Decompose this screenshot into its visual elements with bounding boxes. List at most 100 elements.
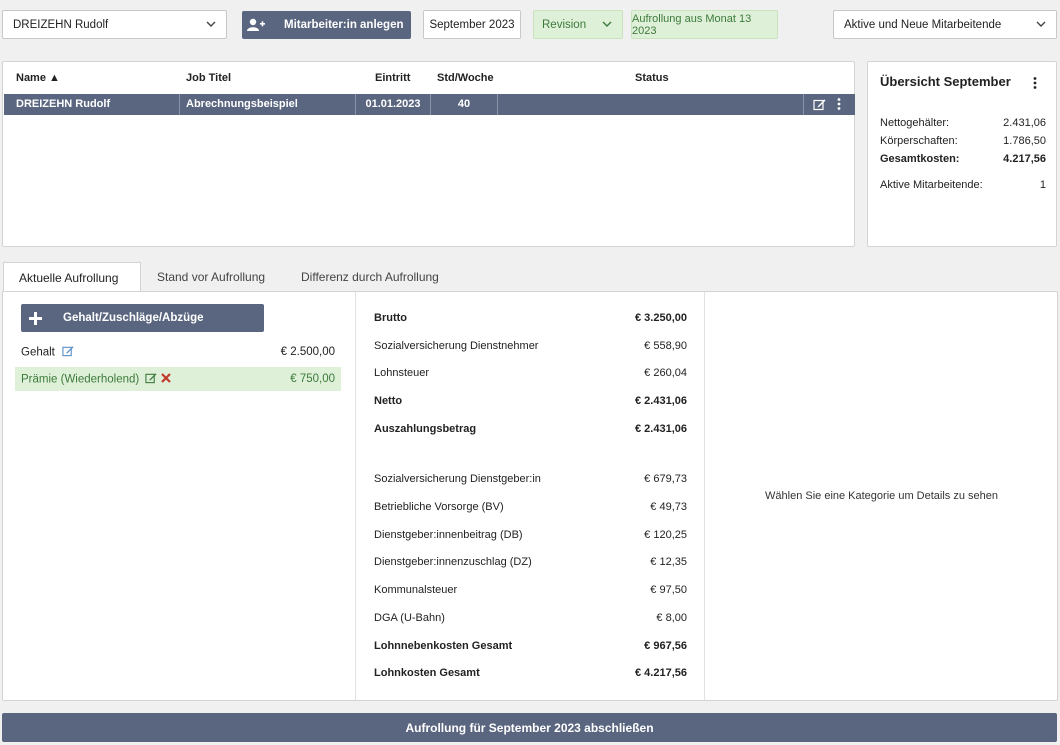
edit-icon[interactable]: [62, 345, 74, 360]
overview-label: Körperschaften:: [880, 135, 958, 147]
add-employee-button[interactable]: Mitarbeiter:in anlegen: [242, 11, 411, 39]
calculation-column: Brutto € 3.250,00 Sozialversicherung Die…: [355, 292, 705, 700]
tab-label: Aktuelle Aufrollung: [19, 270, 119, 285]
calc-value: € 260,04: [644, 367, 687, 379]
salary-item-label: Gehalt: [21, 346, 55, 359]
calc-label: Brutto: [374, 312, 407, 324]
cell-job: Abrechnungsbeispiel: [180, 94, 356, 115]
calc-label: Lohnnebenkosten Gesamt: [374, 640, 513, 652]
salary-item-praemie[interactable]: Prämie (Wiederholend) € 750,00: [15, 367, 341, 391]
calc-row-sv-employer[interactable]: Sozialversicherung Dienstgeber:in € 679,…: [374, 473, 687, 485]
calc-row-netto[interactable]: Netto € 2.431,06: [374, 395, 687, 407]
calc-value: € 12,35: [650, 556, 687, 568]
finish-rollup-button[interactable]: Aufrollung für September 2023 abschließe…: [2, 713, 1057, 742]
edit-icon[interactable]: [145, 372, 157, 387]
chevron-down-icon: [602, 21, 612, 27]
employee-filter-select[interactable]: Aktive und Neue Mitarbeitende: [833, 10, 1057, 39]
add-salary-item-button[interactable]: Gehalt/Zuschläge/Abzüge hinzufügen: [21, 304, 264, 352]
rollup-info-badge: Aufrollung aus Monat 13 2023: [631, 10, 778, 39]
calc-row-dga[interactable]: DGA (U-Bahn) € 8,00: [374, 612, 687, 624]
month-display[interactable]: September 2023: [423, 10, 521, 39]
calc-value: € 120,25: [644, 529, 687, 541]
calc-value: € 558,90: [644, 340, 687, 352]
calc-row-bv[interactable]: Betriebliche Vorsorge (BV) € 49,73: [374, 501, 687, 513]
overview-label: Nettogehälter:: [880, 117, 950, 129]
calc-value: € 3.250,00: [635, 312, 687, 324]
mode-select[interactable]: Revision: [533, 10, 623, 39]
calc-row-payout[interactable]: Auszahlungsbetrag € 2.431,06: [374, 423, 687, 435]
calc-label: Lohnsteuer: [374, 367, 430, 379]
overview-net-salaries: Nettogehälter: 2.431,06: [880, 117, 1046, 129]
calc-label: Sozialversicherung Dienstnehmer: [374, 340, 539, 352]
calc-label: Lohnkosten Gesamt: [374, 667, 480, 679]
finish-rollup-label: Aufrollung für September 2023 abschließe…: [405, 720, 654, 735]
calc-row-lohnkosten[interactable]: Lohnkosten Gesamt € 4.217,56: [374, 667, 687, 679]
chevron-down-icon: [1036, 21, 1046, 27]
rollup-info-label: Aufrollung aus Monat 13 2023: [632, 12, 752, 37]
mode-select-value: Revision: [542, 18, 587, 31]
salary-item-gehalt[interactable]: Gehalt € 2.500,00: [15, 340, 341, 364]
month-label: September 2023: [429, 18, 515, 31]
detail-hint-area: Wählen Sie eine Kategorie um Details zu …: [706, 292, 1057, 700]
overview-value: 4.217,56: [1003, 153, 1046, 165]
column-header-job[interactable]: Job Titel: [186, 72, 231, 84]
calc-row-db[interactable]: Dienstgeber:innenbeitrag (DB) € 120,25: [374, 529, 687, 541]
calc-row-sv-employee[interactable]: Sozialversicherung Dienstnehmer € 558,90: [374, 340, 687, 352]
overview-corporations: Körperschaften: 1.786,50: [880, 135, 1046, 147]
more-vertical-icon[interactable]: [836, 97, 842, 114]
chevron-down-icon: [206, 21, 216, 27]
calc-label: Netto: [374, 395, 403, 407]
tab-label: Differenz durch Aufrollung: [301, 270, 439, 284]
cell-hours: 40: [431, 94, 498, 115]
overview-panel: Übersicht September Nettogehälter: 2.431…: [867, 61, 1057, 247]
calc-label: DGA (U-Bahn): [374, 612, 445, 624]
tab-current-rollup[interactable]: Aktuelle Aufrollung: [3, 262, 141, 292]
calc-value: € 8,00: [656, 612, 687, 624]
calc-label: Dienstgeber:innenzuschlag (DZ): [374, 556, 532, 568]
calc-row-kommunalsteuer[interactable]: Kommunalsteuer € 97,50: [374, 584, 687, 596]
tab-before-rollup[interactable]: Stand vor Aufrollung: [142, 262, 280, 292]
employee-select[interactable]: DREIZEHN Rudolf: [2, 10, 227, 39]
plus-icon: [21, 304, 49, 332]
tab-label: Stand vor Aufrollung: [157, 270, 266, 284]
table-header: Name ▲ Job Titel Eintritt Std/Woche Stat…: [3, 72, 855, 94]
overview-label: Gesamtkosten:: [880, 153, 960, 165]
cell-entry: 01.01.2023: [356, 94, 431, 115]
overview-total-costs: Gesamtkosten: 4.217,56: [880, 153, 1046, 165]
column-header-hours[interactable]: Std/Woche: [437, 72, 494, 84]
delete-icon[interactable]: [160, 372, 171, 386]
column-header-name[interactable]: Name ▲: [16, 72, 60, 84]
tab-difference-rollup[interactable]: Differenz durch Aufrollung: [286, 262, 454, 292]
table-row[interactable]: DREIZEHN Rudolf Abrechnungsbeispiel 01.0…: [4, 94, 855, 115]
salary-item-value: € 750,00: [290, 373, 335, 385]
calc-value: € 2.431,06: [635, 395, 687, 407]
salary-items-column: Gehalt/Zuschläge/Abzüge hinzufügen Gehal…: [3, 292, 354, 700]
overview-title: Übersicht September: [880, 74, 1011, 89]
column-header-status[interactable]: Status: [635, 72, 669, 84]
calc-value: € 679,73: [644, 473, 687, 485]
employee-filter-value: Aktive und Neue Mitarbeitende: [844, 18, 1002, 31]
calc-row-dz[interactable]: Dienstgeber:innenzuschlag (DZ) € 12,35: [374, 556, 687, 568]
detail-hint: Wählen Sie eine Kategorie um Details zu …: [765, 490, 998, 502]
salary-item-value: € 2.500,00: [280, 346, 335, 358]
calc-row-lohnnebenkosten[interactable]: Lohnnebenkosten Gesamt € 967,56: [374, 640, 687, 652]
calc-value: € 4.217,56: [635, 667, 687, 679]
overview-value: 1: [1039, 179, 1046, 191]
employee-select-value: DREIZEHN Rudolf: [13, 18, 109, 31]
calc-label: Dienstgeber:innenbeitrag (DB): [374, 529, 523, 541]
more-vertical-icon[interactable]: [1032, 76, 1038, 93]
calc-label: Betriebliche Vorsorge (BV): [374, 501, 504, 513]
calc-value: € 967,56: [644, 640, 687, 652]
salary-item-label: Prämie (Wiederholend): [21, 373, 140, 386]
calc-row-brutto[interactable]: Brutto € 3.250,00: [374, 312, 687, 324]
column-header-entry[interactable]: Eintritt: [375, 72, 410, 84]
calc-value: € 97,50: [650, 584, 687, 596]
cell-name: DREIZEHN Rudolf: [4, 94, 180, 115]
calc-row-lohnsteuer[interactable]: Lohnsteuer € 260,04: [374, 367, 687, 379]
calc-label: Auszahlungsbetrag: [374, 423, 477, 435]
add-employee-label: Mitarbeiter:in anlegen: [284, 19, 404, 31]
toolbar: DREIZEHN Rudolf Mitarbeiter:in anlegen S…: [0, 0, 1060, 48]
edit-icon[interactable]: [813, 98, 826, 114]
employee-table-panel: Name ▲ Job Titel Eintritt Std/Woche Stat…: [2, 61, 855, 247]
user-plus-icon: [242, 11, 270, 39]
